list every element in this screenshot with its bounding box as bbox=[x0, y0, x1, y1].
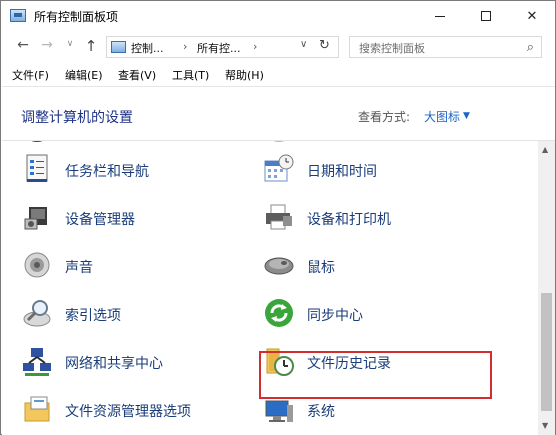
item-label: 设备和打印机 bbox=[307, 212, 391, 228]
back-button[interactable]: ← bbox=[13, 37, 33, 53]
search-icon[interactable]: ⌕ bbox=[527, 40, 534, 55]
control-panel-window: 所有控制面板项 ✕ ← → ∨ ↑ 控制... › 所有控... › ∨ ↻ 搜… bbox=[0, 0, 556, 435]
maximize-icon bbox=[481, 11, 491, 21]
breadcrumb-all-items[interactable]: 所有控... bbox=[197, 40, 241, 56]
item-devices-printers[interactable]: 设备和打印机 bbox=[263, 197, 493, 237]
content-area: 调整计算机的设置 查看方式: 大图标 ▼ 任务栏和导航 设备管理器 声音 索引选… bbox=[2, 86, 555, 435]
navigation-bar: ← → ∨ ↑ 控制... › 所有控... › ∨ ↻ 搜索控制面板 ⌕ bbox=[1, 33, 555, 61]
item-device-manager[interactable]: 设备管理器 bbox=[21, 197, 251, 237]
title-bar: 所有控制面板项 ✕ bbox=[1, 1, 555, 31]
item-label: 任务栏和导航 bbox=[65, 164, 149, 180]
item-network-sharing-center[interactable]: 网络和共享中心 bbox=[21, 341, 251, 381]
device-manager-icon bbox=[21, 201, 53, 233]
search-input[interactable]: 搜索控制面板 bbox=[359, 40, 425, 56]
item-label: 文件资源管理器选项 bbox=[65, 404, 191, 420]
item-sync-center[interactable]: 同步中心 bbox=[263, 293, 493, 333]
item-sound[interactable]: 声音 bbox=[21, 245, 251, 285]
network-icon bbox=[21, 345, 53, 377]
view-by-arrow-icon[interactable]: ▼ bbox=[463, 111, 470, 121]
scroll-down-icon[interactable]: ▼ bbox=[542, 421, 548, 430]
folder-options-icon bbox=[21, 393, 53, 425]
menu-bar: 文件(F) 编辑(E) 查看(V) 工具(T) 帮助(H) bbox=[1, 63, 555, 85]
item-label: 索引选项 bbox=[65, 308, 121, 324]
item-label: 设备管理器 bbox=[65, 212, 135, 228]
address-dropdown-icon[interactable]: ∨ bbox=[300, 39, 307, 50]
view-by-dropdown[interactable]: 大图标 bbox=[424, 108, 460, 125]
speaker-icon bbox=[21, 249, 53, 281]
menu-tools[interactable]: 工具(T) bbox=[172, 67, 209, 83]
minimize-icon bbox=[435, 15, 445, 17]
breadcrumb-separator[interactable]: › bbox=[183, 40, 187, 53]
partial-item-icon bbox=[264, 141, 294, 145]
item-label: 声音 bbox=[65, 260, 93, 276]
menu-help[interactable]: 帮助(H) bbox=[225, 67, 264, 83]
taskbar-icon bbox=[21, 153, 53, 185]
item-indexing-options[interactable]: 索引选项 bbox=[21, 293, 251, 333]
menu-edit[interactable]: 编辑(E) bbox=[65, 67, 103, 83]
item-mouse[interactable]: 鼠标 bbox=[263, 245, 493, 285]
partial-item-icon bbox=[22, 141, 52, 145]
item-label: 日期和时间 bbox=[307, 164, 377, 180]
maximize-button[interactable] bbox=[463, 1, 509, 31]
minimize-button[interactable] bbox=[417, 1, 463, 31]
control-panel-small-icon bbox=[111, 41, 126, 53]
mouse-icon bbox=[263, 249, 295, 281]
close-icon: ✕ bbox=[526, 8, 538, 24]
printer-icon bbox=[263, 201, 295, 233]
sync-icon bbox=[263, 297, 295, 329]
control-panel-icon bbox=[10, 9, 26, 22]
page-title: 调整计算机的设置 bbox=[21, 110, 133, 126]
item-label: 系统 bbox=[307, 404, 335, 420]
highlight-box bbox=[259, 351, 492, 399]
scroll-up-icon[interactable]: ▲ bbox=[542, 145, 548, 154]
item-label: 同步中心 bbox=[307, 308, 363, 324]
control-panel-items: 任务栏和导航 设备管理器 声音 索引选项 网络和共享中心 文件资源管理器选项 日… bbox=[2, 141, 538, 435]
menu-file[interactable]: 文件(F) bbox=[12, 67, 49, 83]
up-button[interactable]: ↑ bbox=[81, 37, 101, 55]
item-label: 鼠标 bbox=[307, 260, 335, 276]
window-title: 所有控制面板项 bbox=[34, 10, 119, 24]
item-date-time[interactable]: 日期和时间 bbox=[263, 149, 493, 189]
item-label: 网络和共享中心 bbox=[65, 356, 163, 372]
breadcrumb-separator[interactable]: › bbox=[253, 40, 257, 53]
recent-locations-button[interactable]: ∨ bbox=[60, 39, 80, 49]
view-by-label: 查看方式: bbox=[358, 110, 411, 124]
close-button[interactable]: ✕ bbox=[509, 1, 555, 31]
forward-button[interactable]: → bbox=[37, 37, 57, 53]
calendar-clock-icon bbox=[263, 153, 295, 185]
search-box[interactable]: 搜索控制面板 ⌕ bbox=[349, 36, 542, 58]
vertical-scrollbar[interactable]: ▲ ▼ bbox=[538, 141, 555, 435]
refresh-icon[interactable]: ↻ bbox=[319, 38, 330, 53]
menu-view[interactable]: 查看(V) bbox=[118, 67, 156, 83]
item-taskbar-navigation[interactable]: 任务栏和导航 bbox=[21, 149, 251, 189]
scrollbar-thumb[interactable] bbox=[541, 293, 552, 411]
indexing-icon bbox=[21, 297, 53, 329]
item-file-explorer-options[interactable]: 文件资源管理器选项 bbox=[21, 389, 251, 429]
breadcrumb-control-panel[interactable]: 控制... bbox=[131, 40, 164, 56]
address-bar[interactable]: 控制... › 所有控... › ∨ ↻ bbox=[106, 36, 339, 58]
